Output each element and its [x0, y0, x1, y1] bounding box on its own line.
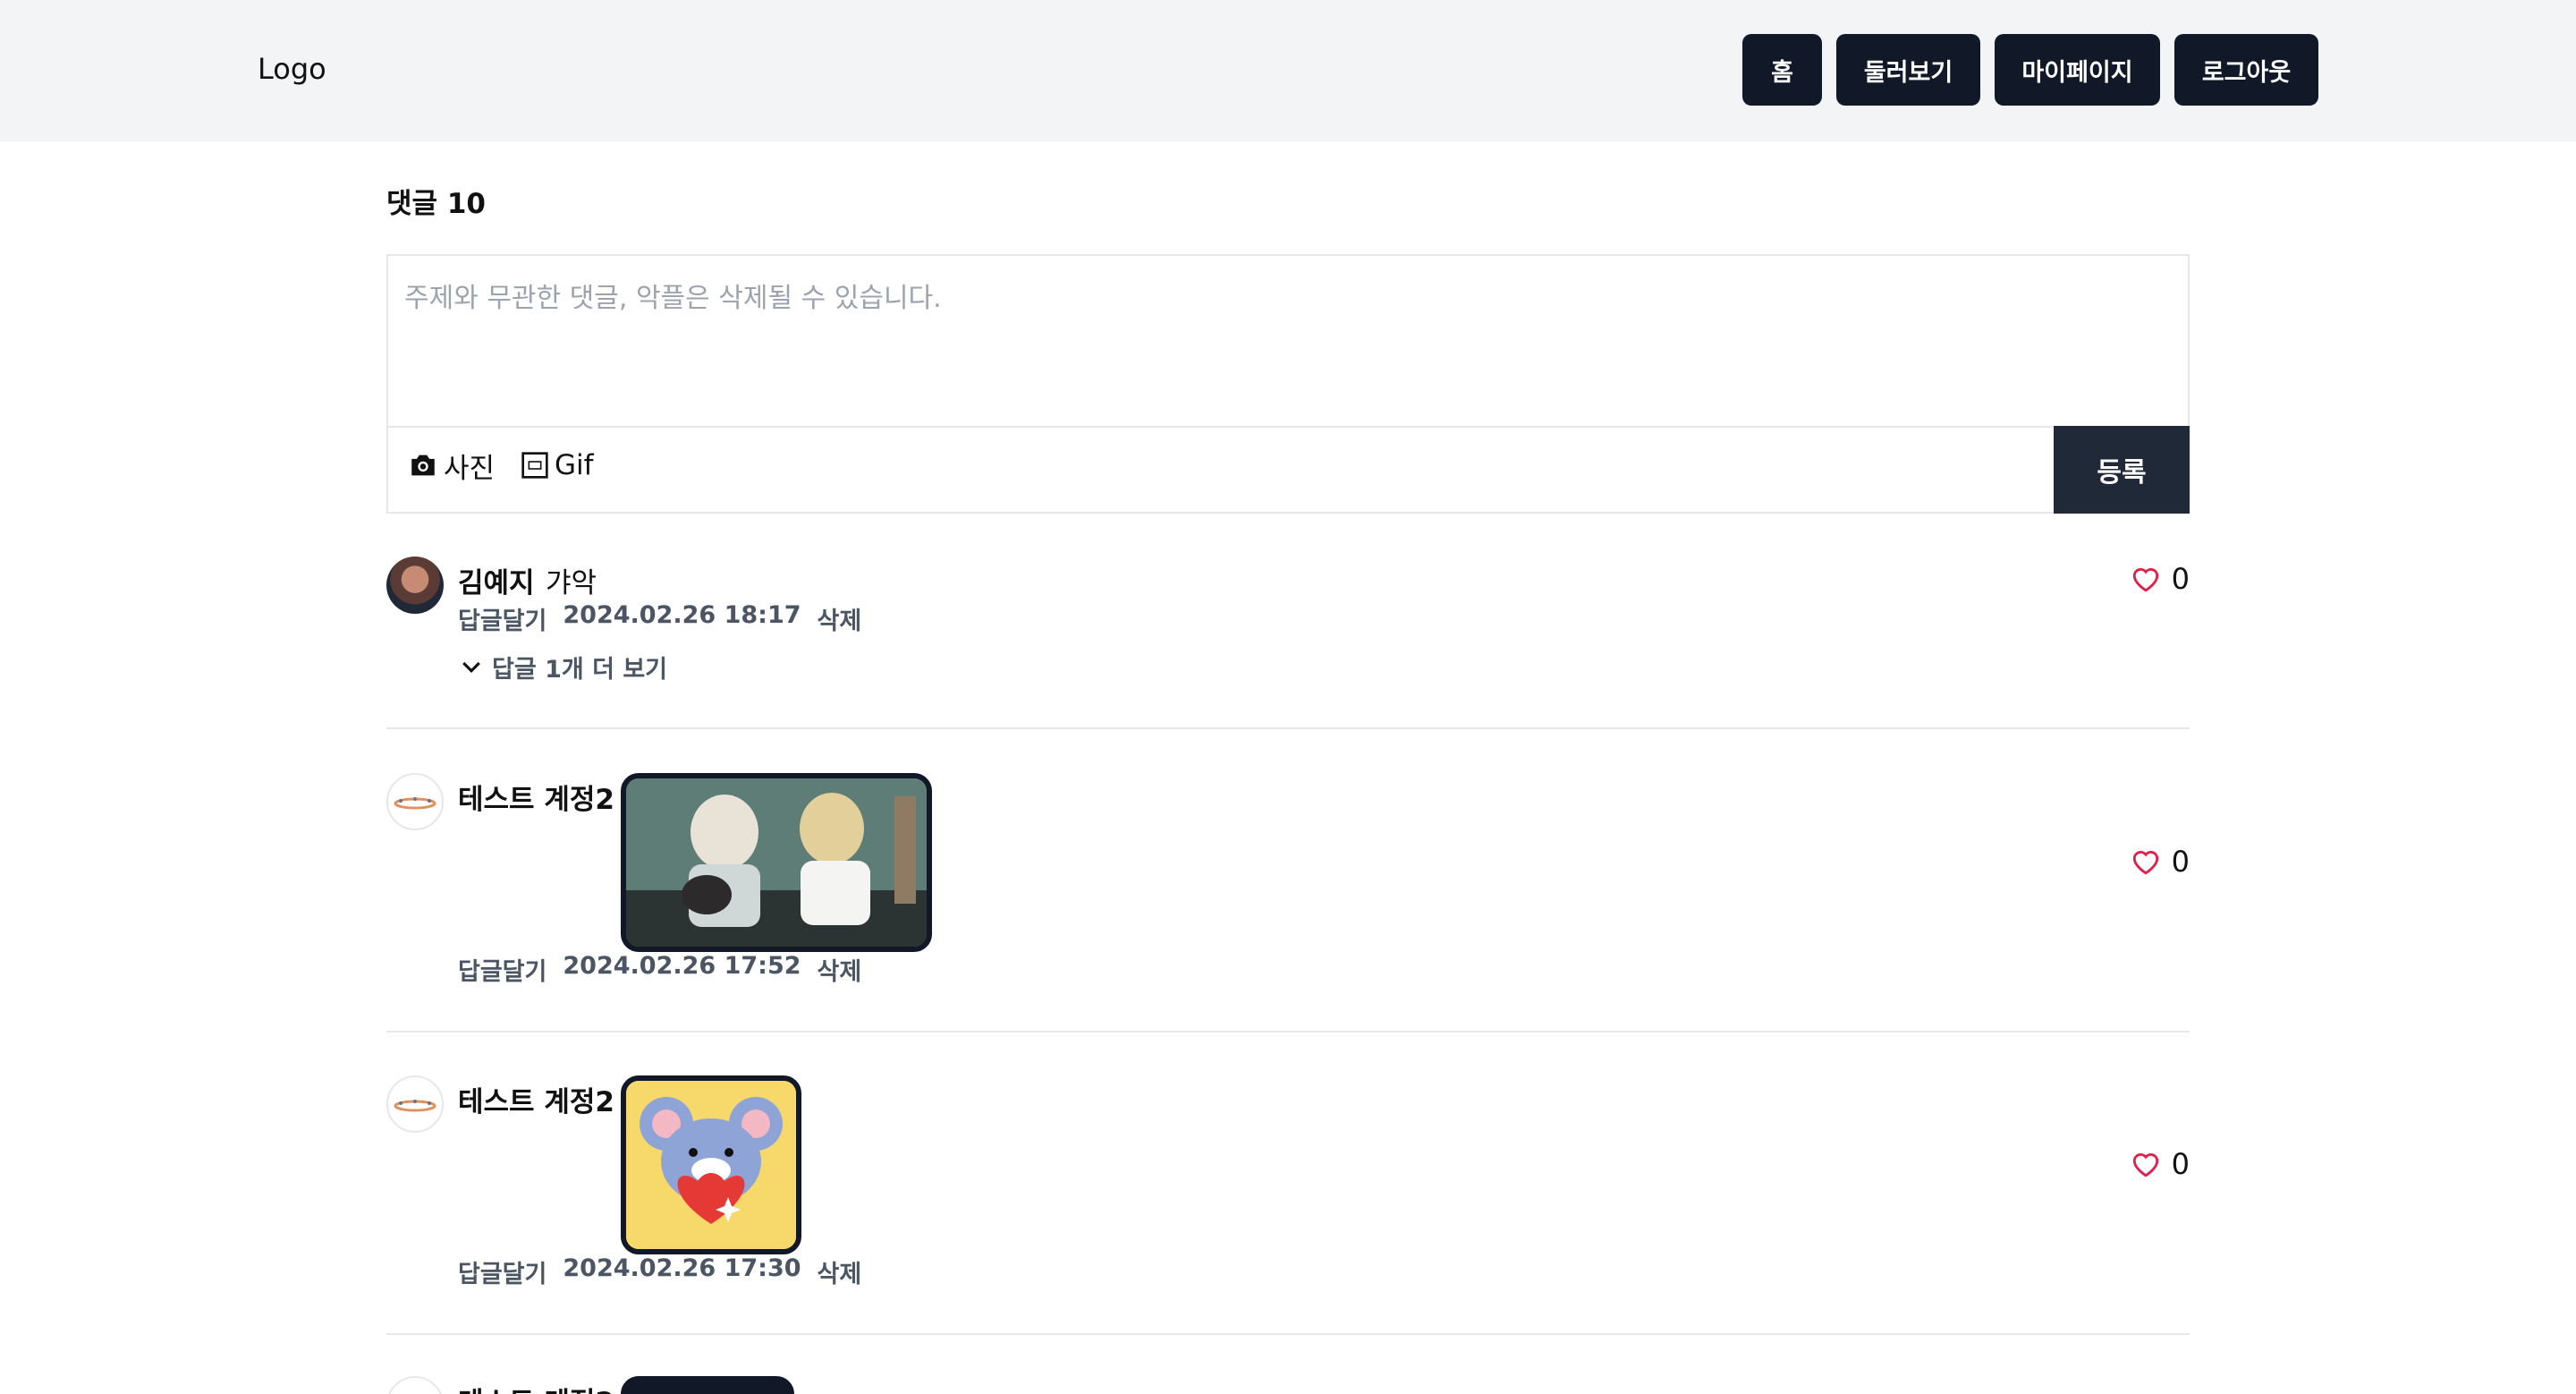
reply-button[interactable]: 답글달기 — [458, 1254, 547, 1289]
more-replies-label: 답글 1개 더 보기 — [492, 656, 668, 684]
heart-icon — [2132, 1152, 2158, 1177]
submit-comment-button[interactable]: 등록 — [2054, 426, 2190, 514]
comment-editor: 주제와 무관한 댓글, 악플은 삭제될 수 있습니다. 사진 Gif 등록 — [386, 254, 2190, 514]
logo[interactable]: Logo — [258, 52, 326, 86]
delete-button[interactable]: 삭제 — [818, 601, 862, 636]
comment-divider — [386, 1031, 2190, 1033]
comment-date: 2024.02.26 17:30 — [563, 1254, 801, 1282]
comment-divider — [386, 1333, 2190, 1335]
gif-upload-button[interactable]: Gif — [521, 446, 594, 485]
gif-icon — [521, 452, 548, 479]
top-header: Logo 홈 둘러보기 마이페이지 로그아웃 — [0, 0, 2576, 141]
comment-meta: 답글달기 2024.02.26 17:30 삭제 — [458, 1254, 861, 1289]
comment-author[interactable]: 테스트 계정2 — [458, 777, 614, 817]
like-count: 0 — [2171, 562, 2190, 596]
avatar[interactable] — [386, 773, 444, 830]
nav-home-button[interactable]: 홈 — [1742, 34, 1822, 106]
comment-author[interactable]: 테스트 계정2 — [458, 1380, 614, 1394]
comment-author[interactable]: 김예지 — [458, 560, 535, 600]
camera-icon — [411, 455, 435, 476]
editor-divider — [388, 426, 2188, 428]
photo-label: 사진 — [444, 452, 496, 485]
crown-icon — [394, 797, 436, 810]
like-count: 0 — [2171, 1147, 2190, 1181]
avatar[interactable] — [386, 557, 444, 614]
comment-count: 댓글 10 — [386, 188, 486, 220]
comment-author[interactable]: 테스트 계정2 — [458, 1079, 614, 1119]
chevron-down-icon — [462, 661, 480, 673]
show-more-replies-button[interactable]: 답글 1개 더 보기 — [458, 650, 667, 684]
crown-icon — [394, 1100, 436, 1112]
mouse-heart-sticker — [626, 1081, 796, 1249]
gif-image — [626, 778, 927, 947]
like-button[interactable]: 0 — [2131, 562, 2190, 596]
heart-icon — [2132, 567, 2158, 592]
like-button[interactable]: 0 — [2131, 845, 2190, 879]
comment-gif[interactable] — [621, 773, 932, 952]
comment-item: 테스트 계정2 답글달기 2024.02.26 17:52 삭제 0 — [386, 771, 2190, 995]
comment-item: 김예지 갸악 답글달기 2024.02.26 18:17 삭제 답글 1개 더 … — [386, 557, 2190, 700]
avatar[interactable] — [386, 1075, 444, 1133]
comment-divider — [386, 727, 2190, 729]
reply-button[interactable]: 답글달기 — [458, 601, 547, 636]
like-button[interactable]: 0 — [2131, 1147, 2190, 1181]
comment-gif[interactable] — [621, 1376, 794, 1394]
comment-text: 갸악 — [546, 567, 597, 599]
comment-date: 2024.02.26 18:17 — [563, 601, 801, 629]
nav-mypage-button[interactable]: 마이페이지 — [1995, 34, 2160, 106]
nav-explore-button[interactable]: 둘러보기 — [1836, 34, 1980, 106]
comment-meta: 답글달기 2024.02.26 18:17 삭제 — [458, 601, 861, 636]
comment-item: 테스트 계정2 — [386, 1374, 2190, 1394]
comment-meta: 답글달기 2024.02.26 17:52 삭제 — [458, 952, 861, 987]
comment-date: 2024.02.26 17:52 — [563, 952, 801, 980]
comment-input[interactable]: 주제와 무관한 댓글, 악플은 삭제될 수 있습니다. — [404, 276, 942, 315]
reply-button[interactable]: 답글달기 — [458, 952, 547, 987]
delete-button[interactable]: 삭제 — [818, 952, 862, 987]
comment-item: 테스트 계정2 답글달기 2024.02.26 17:30 삭제 0 — [386, 1074, 2190, 1297]
heart-icon — [2132, 850, 2158, 875]
like-count: 0 — [2171, 845, 2190, 879]
avatar[interactable] — [386, 1376, 444, 1394]
gif-label: Gif — [555, 449, 594, 481]
photo-upload-button[interactable]: 사진 — [408, 446, 495, 485]
delete-button[interactable]: 삭제 — [818, 1254, 862, 1289]
comment-gif[interactable] — [621, 1075, 801, 1254]
nav-logout-button[interactable]: 로그아웃 — [2174, 34, 2318, 106]
